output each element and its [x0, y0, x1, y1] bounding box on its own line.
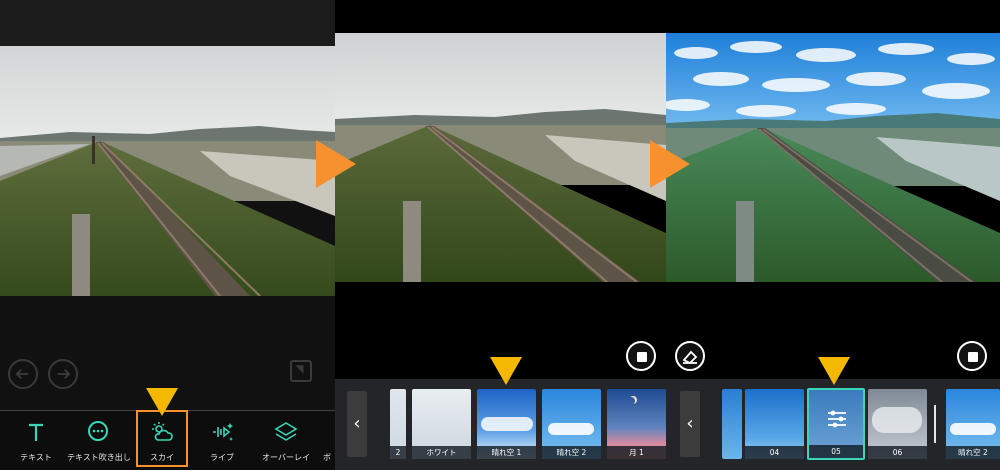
tool-speech-bubble[interactable]: テキスト吹き出し [67, 420, 131, 464]
sky-thumb-label: ホワイト [412, 446, 471, 459]
sky-thumb-label: 月 1 [607, 446, 666, 459]
adjust-sliders-icon [828, 410, 846, 428]
redo-button[interactable] [48, 359, 78, 389]
compare-icon[interactable] [290, 360, 312, 382]
strip-back-button-2[interactable]: ‹ [680, 391, 700, 457]
sky-thumb[interactable]: 06 [868, 389, 927, 459]
photo-before [335, 33, 666, 282]
stop-icon [637, 352, 647, 362]
sky-thumb-selected[interactable]: 05 [807, 388, 865, 460]
sky-thumb[interactable]: 04 [745, 389, 804, 459]
sky-thumb[interactable]: 晴れ空 2 [946, 389, 1000, 459]
sky-thumb[interactable] [722, 389, 742, 459]
sky-thumb-label: 2 [390, 446, 406, 459]
tool-label: ライブ [210, 453, 234, 462]
sky-thumb-label: 晴れ空 1 [477, 446, 536, 459]
layers-icon [274, 420, 298, 444]
sky-thumb-label: 04 [745, 446, 804, 459]
sky-thumb-label: 05 [809, 445, 863, 458]
text-icon [24, 420, 48, 444]
strip-divider [934, 405, 936, 443]
tool-label: テキスト吹き出し [67, 453, 131, 462]
strip-back-button-1[interactable]: ‹ [347, 391, 367, 457]
live-sparkle-icon [210, 420, 234, 444]
sky-thumb-label: 06 [868, 446, 927, 459]
photo-after-sky [666, 33, 1000, 282]
eraser-button[interactable] [675, 341, 705, 371]
stop-button-right[interactable] [957, 341, 987, 371]
sky-cloud-sun-icon [150, 420, 174, 444]
tool-sky[interactable]: スカイ [131, 420, 193, 464]
step-arrow-2 [650, 140, 690, 188]
speech-bubble-icon [86, 420, 110, 444]
sky-thumb[interactable]: ホワイト [412, 389, 471, 459]
tool-live[interactable]: ライブ [191, 420, 253, 464]
top-bar [0, 0, 335, 46]
tool-text[interactable]: テキスト [5, 420, 67, 464]
photo-original [0, 46, 335, 296]
tool-partial[interactable]: ボ [323, 452, 335, 466]
eraser-icon [682, 350, 698, 365]
tool-label: テキスト [20, 453, 52, 462]
tool-label: スカイ [150, 453, 174, 462]
pointer-arrow-adjust [818, 357, 850, 385]
sky-thumb[interactable]: 晴れ空 1 [477, 389, 536, 459]
tool-label: オーバーレイ [262, 453, 310, 462]
step-arrow-1 [316, 140, 356, 188]
sky-thumb[interactable]: 月 1 [607, 389, 666, 459]
stop-icon [968, 352, 978, 362]
tool-overlay[interactable]: オーバーレイ [255, 420, 317, 464]
sky-thumb[interactable]: 2 [390, 389, 406, 459]
pointer-arrow-sky-tool [146, 388, 178, 416]
pointer-arrow-sky-1 [490, 357, 522, 385]
undo-button[interactable] [8, 359, 38, 389]
sky-thumb-label: 晴れ空 2 [946, 446, 1000, 459]
sky-thumb[interactable]: 晴れ空 2 [542, 389, 601, 459]
sky-thumb-label: 晴れ空 2 [542, 446, 601, 459]
stop-button-left[interactable] [626, 341, 656, 371]
